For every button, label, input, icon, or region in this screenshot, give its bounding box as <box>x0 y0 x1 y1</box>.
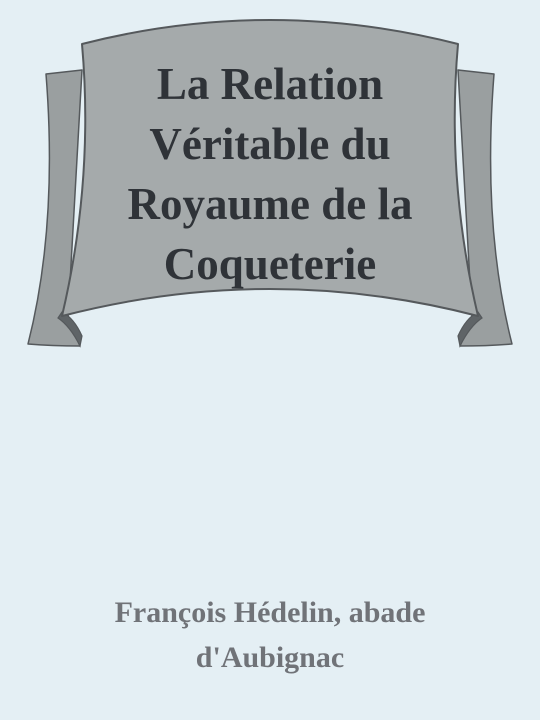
book-title: La Relation Véritable du Royaume de la C… <box>127 59 413 289</box>
book-cover: La Relation Véritable du Royaume de la C… <box>0 0 540 720</box>
book-author: François Hédelin, abade d'Aubignac <box>114 596 426 674</box>
